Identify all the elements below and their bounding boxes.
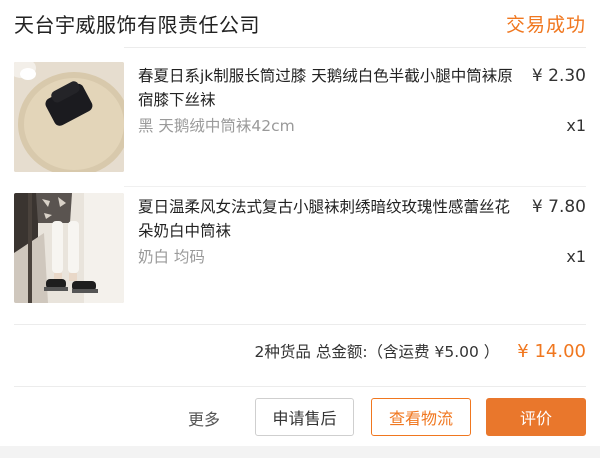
item-price: ¥ 7.80 xyxy=(531,197,586,217)
more-link[interactable]: 更多 xyxy=(188,406,220,430)
order-item[interactable]: 夏日温柔风女法式复古小腿袜刺绣暗纹玫瑰性感蕾丝花朵奶白中筒袜 ¥ 7.80 奶白… xyxy=(0,193,600,305)
total-amount: ¥ 14.00 xyxy=(517,341,586,362)
order-header: 天台宇威服饰有限责任公司 交易成功 xyxy=(0,0,600,46)
item-price: ¥ 2.30 xyxy=(531,66,586,86)
order-actions: 更多 申请售后 查看物流 评价 xyxy=(0,396,600,438)
item-quantity: x1 xyxy=(566,247,586,266)
order-summary: 2种货品 总金额:（含运费 ¥5.00 ） ¥ 14.00 xyxy=(255,340,586,374)
black-socks-on-round-mat-photo-icon[interactable] xyxy=(14,62,124,172)
item-divider xyxy=(124,186,586,187)
order-card: 天台宇威服饰有限责任公司 交易成功 春夏日系jk制服长筒过膝 天鹅绒白色半截小腿… xyxy=(0,0,600,458)
summary-divider xyxy=(14,386,586,387)
after-sale-button[interactable]: 申请售后 xyxy=(255,398,354,436)
item-title[interactable]: 春夏日系jk制服长筒过膝 天鹅绒白色半截小腿中筒袜原宿膝下丝袜 xyxy=(138,64,520,112)
items-divider xyxy=(14,324,586,325)
shop-name[interactable]: 天台宇威服饰有限责任公司 xyxy=(14,9,260,38)
item-sku: 黑 天鹅绒中筒袜42cm xyxy=(138,117,295,135)
summary-text: 2种货品 总金额:（含运费 ¥5.00 ） xyxy=(254,343,500,361)
footer-strip xyxy=(0,446,600,458)
item-sku: 奶白 均码 xyxy=(138,248,205,266)
order-status: 交易成功 xyxy=(505,13,586,36)
order-item[interactable]: 春夏日系jk制服长筒过膝 天鹅绒白色半截小腿中筒袜原宿膝下丝袜 ¥ 2.30 黑… xyxy=(0,62,600,174)
item-quantity: x1 xyxy=(566,116,586,135)
header-divider xyxy=(124,47,586,48)
review-button[interactable]: 评价 xyxy=(486,398,586,436)
item-title[interactable]: 夏日温柔风女法式复古小腿袜刺绣暗纹玫瑰性感蕾丝花朵奶白中筒袜 xyxy=(138,195,520,243)
white-socks-model-photo-icon[interactable] xyxy=(14,193,124,303)
view-logistics-button[interactable]: 查看物流 xyxy=(371,398,471,436)
